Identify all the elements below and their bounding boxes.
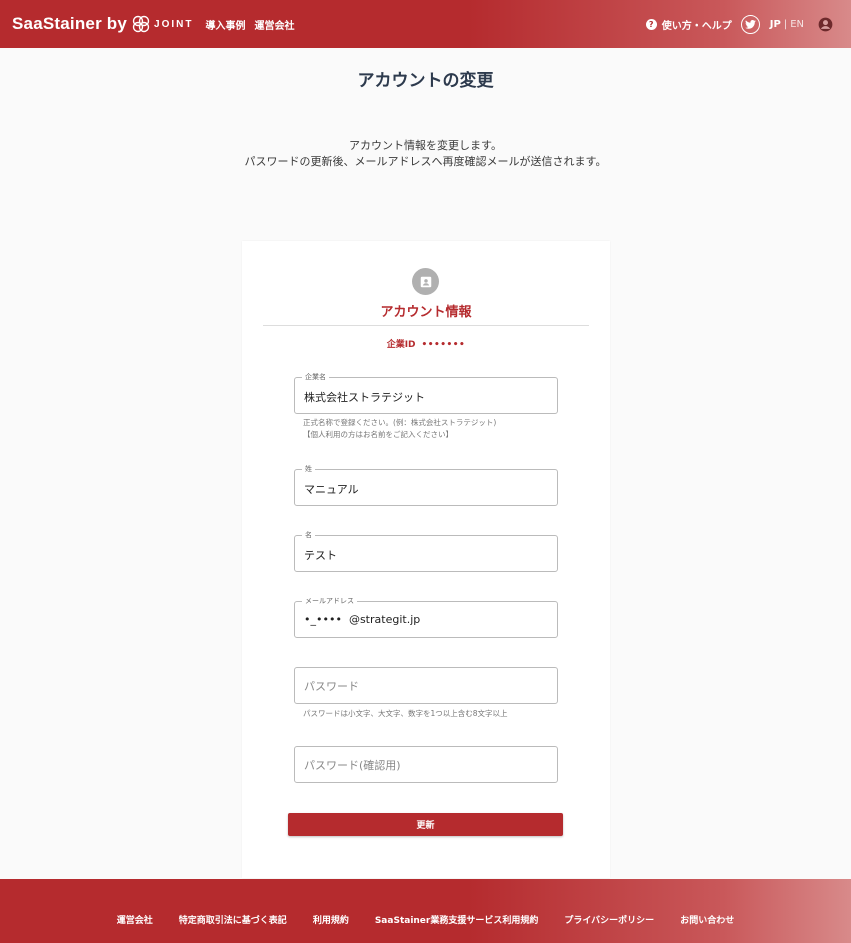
company-id-label: 企業ID <box>386 340 416 350</box>
footer: 運営会社 特定商取引法に基づく表記 利用規約 SaaStainer業務支援サービ… <box>0 879 851 943</box>
card-divider <box>263 325 589 326</box>
email-label: メールアドレス <box>302 596 357 606</box>
last-name-field[interactable]: 姓 マニュアル <box>294 464 558 506</box>
top-header: SaaStainer by JOINT 導入事例 運営会社 ? 使い方・ヘルプ … <box>0 0 851 48</box>
logo-text: SaaStainer by <box>12 14 128 33</box>
header-right: ? 使い方・ヘルプ JP | EN <box>645 0 833 48</box>
password-field <box>294 667 558 704</box>
language-switcher: JP | EN <box>770 19 804 30</box>
update-button[interactable]: 更新 <box>288 813 563 836</box>
footer-links: 運営会社 特定商取引法に基づく表記 利用規約 SaaStainer業務支援サービ… <box>0 913 851 926</box>
description-line-1: アカウント情報を変更します。 <box>349 139 502 152</box>
lang-separator: | <box>783 18 788 30</box>
company-name-helper: 正式名称で登録ください。(例：株式会社ストラテジット) 【個人利用の方はお名前を… <box>303 417 496 441</box>
page-title: アカウントの変更 <box>357 71 494 91</box>
first-name-value: テスト <box>304 549 337 562</box>
email-value: •_•••• @strategit.jp <box>304 613 420 626</box>
password-input[interactable] <box>304 678 544 694</box>
company-name-field[interactable]: 企業名 株式会社ストラテジット <box>294 372 558 414</box>
lang-jp[interactable]: JP <box>770 19 781 30</box>
email-masked-part: •_•••• <box>304 613 342 626</box>
question-icon: ? <box>645 18 657 30</box>
footer-link-terms[interactable]: 利用規約 <box>313 913 349 926</box>
account-circle-icon[interactable] <box>818 17 833 32</box>
nav-case-studies[interactable]: 導入事例 <box>206 17 246 32</box>
footer-link-service-terms[interactable]: SaaStainer業務支援サービス利用規約 <box>375 913 539 926</box>
last-name-value: マニュアル <box>304 483 359 496</box>
help-label: 使い方・ヘルプ <box>661 20 732 32</box>
logo-joint-text: JOINT <box>154 18 194 30</box>
company-name-label: 企業名 <box>302 372 329 382</box>
nav-company[interactable]: 運営会社 <box>255 17 295 32</box>
card-title: アカウント情報 <box>380 305 472 320</box>
contact-card-icon <box>412 268 439 295</box>
footer-link-company[interactable]: 運営会社 <box>117 913 153 926</box>
first-name-field[interactable]: 名 テスト <box>294 530 558 572</box>
company-name-helper-2: 【個人利用の方はお名前をご記入ください】 <box>303 430 453 439</box>
account-form-card: アカウント情報 企業ID ••••••• 企業名 株式会社ストラテジット 正式名称… <box>242 241 610 878</box>
help-link[interactable]: ? 使い方・ヘルプ <box>645 17 732 32</box>
password-confirm-input[interactable] <box>304 757 544 773</box>
password-confirm-field <box>294 746 558 783</box>
lang-en[interactable]: EN <box>790 19 804 30</box>
company-name-helper-1: 正式名称で登録ください。(例：株式会社ストラテジット) <box>303 418 497 427</box>
joint-logo-icon <box>132 15 150 33</box>
email-field[interactable]: メールアドレス •_•••• @strategit.jp <box>294 596 558 638</box>
company-id: 企業ID ••••••• <box>242 337 610 350</box>
last-name-label: 姓 <box>302 464 315 474</box>
logo[interactable]: SaaStainer by JOINT <box>12 14 194 34</box>
twitter-icon[interactable] <box>740 14 760 34</box>
description-line-2: パスワードの更新後、メールアドレスへ再度確認メールが送信されます。 <box>244 155 607 168</box>
footer-link-privacy[interactable]: プライバシーポリシー <box>564 913 654 926</box>
email-domain: @strategit.jp <box>348 613 421 626</box>
company-name-value: 株式会社ストラテジット <box>304 391 425 404</box>
company-id-value: ••••••• <box>421 340 466 350</box>
first-name-label: 名 <box>302 530 315 540</box>
footer-link-contact[interactable]: お問い合わせ <box>680 913 734 926</box>
footer-link-commerce-law[interactable]: 特定商取引法に基づく表記 <box>179 913 287 926</box>
password-helper: パスワードは小文字、大文字、数字を1つ以上含む8文字以上 <box>303 709 508 718</box>
page-description: アカウント情報を変更します。 パスワードの更新後、メールアドレスへ再度確認メール… <box>0 138 851 170</box>
